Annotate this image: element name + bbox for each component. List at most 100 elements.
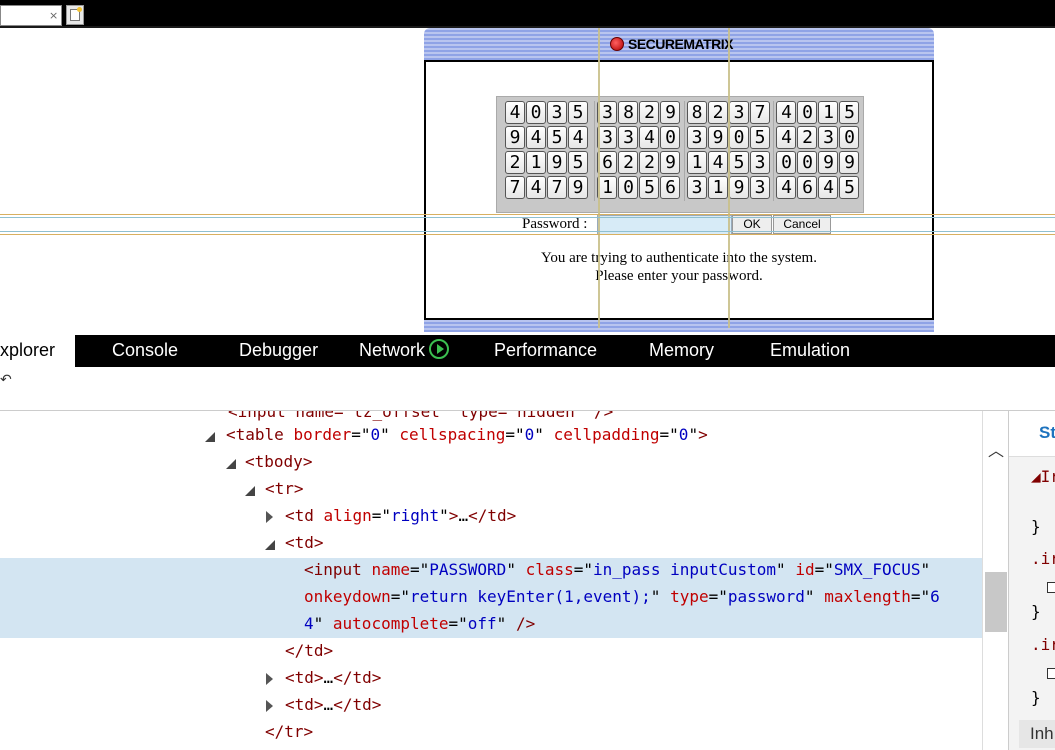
matrix-key[interactable]: 9 — [568, 176, 588, 199]
matrix-key[interactable]: 0 — [618, 176, 639, 199]
matrix-key[interactable]: 9 — [818, 151, 839, 174]
matrix-key[interactable]: 2 — [797, 126, 818, 149]
matrix-key[interactable]: 0 — [776, 151, 797, 174]
matrix-key[interactable]: 2 — [618, 151, 639, 174]
matrix-key[interactable]: 9 — [728, 176, 749, 199]
matrix-key[interactable]: 0 — [660, 126, 681, 149]
matrix-key[interactable]: 1 — [818, 101, 839, 124]
matrix-key[interactable]: 2 — [707, 101, 728, 124]
matrix-key[interactable]: 4 — [568, 126, 588, 149]
matrix-key[interactable]: 1 — [597, 176, 618, 199]
matrix-key[interactable]: 7 — [505, 176, 525, 199]
matrix-key[interactable]: 3 — [686, 176, 707, 199]
matrix-key[interactable]: 9 — [839, 151, 860, 174]
matrix-key[interactable]: 0 — [797, 151, 818, 174]
style-checkbox[interactable] — [1047, 668, 1055, 679]
matrix-key[interactable]: 5 — [728, 151, 749, 174]
styles-tab[interactable]: St — [1009, 411, 1055, 457]
dom-scrollbar[interactable]: ︿ — [982, 411, 1008, 750]
matrix-key[interactable]: 2 — [639, 151, 660, 174]
matrix-key[interactable]: 4 — [526, 126, 546, 149]
inherited-section[interactable]: Inh — [1019, 720, 1055, 748]
tab-console[interactable]: Console — [112, 335, 178, 367]
tab-dom-explorer[interactable]: xplorer — [0, 335, 75, 367]
matrix-key[interactable]: 9 — [547, 151, 567, 174]
matrix-key[interactable]: 7 — [749, 101, 770, 124]
password-input[interactable] — [597, 215, 732, 235]
matrix-key[interactable]: 2 — [639, 101, 660, 124]
matrix-key[interactable]: 3 — [597, 101, 618, 124]
dom-node-input-selected[interactable]: <input name="PASSWORD" class="in_pass in… — [304, 556, 930, 583]
collapse-icon[interactable] — [266, 673, 273, 685]
matrix-key[interactable]: 3 — [749, 176, 770, 199]
style-rule-selector[interactable]: .ir — [1031, 635, 1055, 654]
address-field[interactable]: × — [0, 5, 62, 26]
dom-node-tr[interactable]: <tr> — [265, 475, 304, 502]
expand-icon[interactable] — [265, 540, 275, 550]
matrix-key[interactable]: 0 — [839, 126, 860, 149]
dom-node-table[interactable]: <table border="0" cellspacing="0" cellpa… — [226, 421, 708, 448]
matrix-key[interactable]: 3 — [818, 126, 839, 149]
matrix-key[interactable]: 6 — [797, 176, 818, 199]
matrix-key[interactable]: 4 — [776, 101, 797, 124]
matrix-key[interactable]: 4 — [639, 126, 660, 149]
matrix-key[interactable]: 9 — [660, 101, 681, 124]
collapse-icon[interactable] — [266, 511, 273, 523]
matrix-key[interactable]: 5 — [639, 176, 660, 199]
matrix-key[interactable]: 3 — [597, 126, 618, 149]
tab-performance[interactable]: Performance — [494, 335, 597, 367]
matrix-key[interactable]: 3 — [686, 126, 707, 149]
new-tab-button[interactable] — [66, 5, 84, 25]
style-rule-selector[interactable]: .ir — [1031, 549, 1055, 568]
matrix-key[interactable]: 0 — [797, 101, 818, 124]
record-play-icon[interactable] — [429, 339, 450, 360]
matrix-key[interactable]: 8 — [686, 101, 707, 124]
expand-icon[interactable] — [205, 432, 215, 442]
chevron-up-icon[interactable]: ︿ — [988, 437, 1004, 461]
matrix-key[interactable]: 1 — [526, 151, 546, 174]
dom-node-input-line3[interactable]: 4" autocomplete="off" /> — [304, 610, 535, 637]
matrix-key[interactable]: 3 — [749, 151, 770, 174]
matrix-key[interactable]: 4 — [526, 176, 546, 199]
matrix-key[interactable]: 6 — [660, 176, 681, 199]
matrix-key[interactable]: 4 — [707, 151, 728, 174]
matrix-key[interactable]: 2 — [505, 151, 525, 174]
dom-node-td[interactable]: <td> — [285, 529, 324, 556]
matrix-key[interactable]: 0 — [526, 101, 546, 124]
matrix-key[interactable]: 1 — [686, 151, 707, 174]
matrix-key[interactable]: 9 — [660, 151, 681, 174]
matrix-key[interactable]: 5 — [839, 101, 860, 124]
undo-icon[interactable]: ↶ — [0, 372, 12, 388]
matrix-key[interactable]: 4 — [505, 101, 525, 124]
matrix-key[interactable]: 6 — [597, 151, 618, 174]
matrix-key[interactable]: 3 — [547, 101, 567, 124]
tab-memory[interactable]: Memory — [649, 335, 714, 367]
scrollbar-thumb[interactable] — [985, 572, 1007, 632]
matrix-key[interactable]: 9 — [505, 126, 525, 149]
matrix-key[interactable]: 7 — [547, 176, 567, 199]
expand-icon[interactable] — [245, 486, 255, 496]
matrix-key[interactable]: 5 — [568, 101, 588, 124]
style-checkbox[interactable] — [1047, 582, 1055, 593]
matrix-key[interactable]: 9 — [707, 126, 728, 149]
matrix-key[interactable]: 5 — [547, 126, 567, 149]
style-rule-inline[interactable]: ◢Ir — [1031, 467, 1055, 486]
dom-node-td-close[interactable]: </td> — [285, 637, 333, 664]
matrix-key[interactable]: 8 — [618, 101, 639, 124]
dom-node-td-right[interactable]: <td align="right">…</td> — [285, 502, 516, 529]
dom-node-tr-close[interactable]: </tr> — [265, 718, 313, 745]
dom-tree[interactable]: <input name="tz_offset" type="hidden" />… — [0, 411, 982, 750]
matrix-key[interactable]: 5 — [568, 151, 588, 174]
matrix-key[interactable]: 3 — [728, 101, 749, 124]
matrix-key[interactable]: 1 — [707, 176, 728, 199]
matrix-key[interactable]: 4 — [776, 126, 797, 149]
tab-emulation[interactable]: Emulation — [770, 335, 850, 367]
dom-node-td-collapsed[interactable]: <td>…</td> — [285, 664, 381, 691]
matrix-key[interactable]: 4 — [818, 176, 839, 199]
matrix-key[interactable]: 5 — [749, 126, 770, 149]
matrix-key[interactable]: 0 — [728, 126, 749, 149]
close-icon[interactable]: × — [49, 9, 58, 22]
tab-debugger[interactable]: Debugger — [239, 335, 318, 367]
matrix-key[interactable]: 5 — [839, 176, 860, 199]
collapse-icon[interactable] — [266, 700, 273, 712]
